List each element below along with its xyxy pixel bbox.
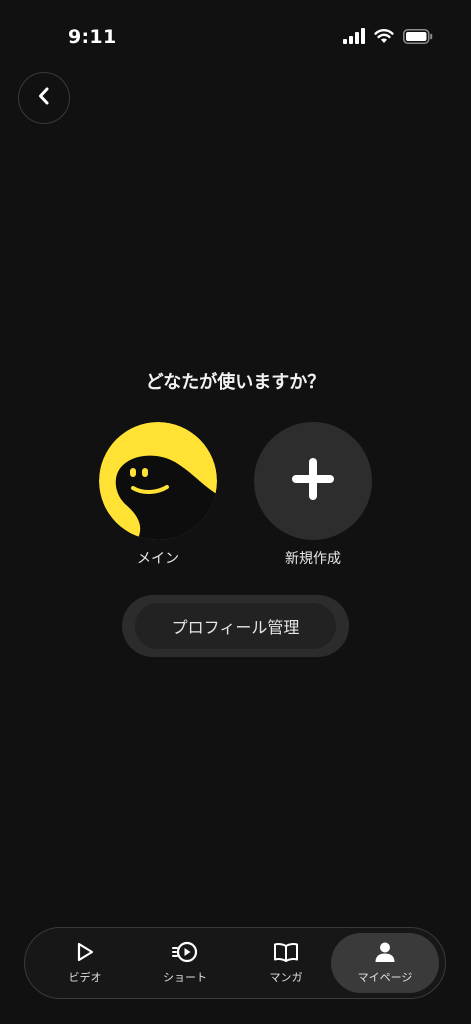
avatar[interactable] xyxy=(99,422,217,540)
status-icons xyxy=(343,28,433,48)
person-icon xyxy=(374,941,396,963)
bottom-nav: ビデオ ショート マンガ マイページ xyxy=(24,927,446,999)
plus-icon xyxy=(290,456,336,506)
short-play-icon xyxy=(172,941,198,963)
manage-profiles-button[interactable]: プロフィール管理 xyxy=(135,603,336,649)
profile-create-new[interactable]: 新規作成 xyxy=(254,422,372,568)
add-profile-avatar[interactable] xyxy=(254,422,372,540)
wifi-icon xyxy=(374,28,394,48)
status-bar: 9:11 xyxy=(0,0,471,76)
smiley-avatar-icon xyxy=(99,422,217,540)
profile-create-new-label: 新規作成 xyxy=(285,551,341,567)
profile-main[interactable]: メイン xyxy=(99,422,217,568)
who-is-watching-title: どなたが使いますか？ xyxy=(145,372,326,393)
play-icon xyxy=(75,941,95,963)
status-time: 9:11 xyxy=(68,26,117,48)
profile-main-label: メイン xyxy=(137,551,179,567)
tab-mypage-label: マイページ xyxy=(357,971,413,984)
tab-manga[interactable]: マンガ xyxy=(232,933,340,993)
tab-video[interactable]: ビデオ xyxy=(31,933,139,993)
signal-icon xyxy=(343,28,365,48)
tab-mypage[interactable]: マイページ xyxy=(331,933,439,993)
manage-profiles-container: プロフィール管理 xyxy=(122,595,349,657)
book-icon xyxy=(273,941,299,963)
tab-manga-label: マンガ xyxy=(269,971,303,984)
back-button[interactable] xyxy=(18,72,70,124)
chevron-left-icon xyxy=(37,86,51,110)
tab-video-label: ビデオ xyxy=(68,971,102,984)
tab-short[interactable]: ショート xyxy=(131,933,239,993)
tab-short-label: ショート xyxy=(163,971,207,984)
battery-icon xyxy=(403,28,433,48)
